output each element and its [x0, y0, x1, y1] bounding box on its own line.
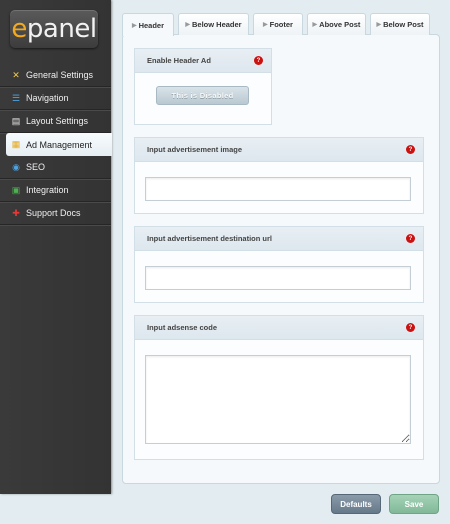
tab-arrow-icon: ▶: [185, 22, 190, 28]
ad-management-icon: ▦: [11, 139, 21, 149]
sidebar-item-ad-management[interactable]: ▦ Ad Management: [6, 133, 112, 156]
sidebar-item-navigation[interactable]: ☰ Navigation: [0, 87, 111, 110]
seo-icon: ◉: [12, 161, 20, 172]
sidebar: e panel ✕ General Settings ☰ Navigation ▤…: [0, 0, 112, 494]
sidebar-item-label: Support Docs: [26, 208, 81, 218]
ad-url-input[interactable]: [145, 266, 411, 290]
support-docs-icon: ✚: [12, 207, 20, 218]
sidebar-item-label: General Settings: [26, 70, 94, 80]
tab-label: Below Post: [383, 20, 424, 29]
sidebar-item-label: Navigation: [26, 93, 69, 103]
sidebar-item-label: Ad Management: [26, 139, 93, 150]
tab-below-post[interactable]: ▶ Below Post: [370, 13, 430, 35]
ad-image-input[interactable]: [145, 177, 411, 201]
help-icon[interactable]: ?: [406, 145, 415, 154]
tab-below-header[interactable]: ▶ Below Header: [178, 13, 249, 35]
ad-image-section: Input advertisement image ?: [134, 137, 424, 214]
header-ad-toggle[interactable]: This is Disabled: [156, 86, 249, 105]
sidebar-item-general-settings[interactable]: ✕ General Settings: [0, 64, 111, 87]
layout-settings-icon: ▤: [11, 115, 21, 126]
help-icon[interactable]: ?: [254, 56, 263, 65]
ad-url-section: Input advertisement destination url ?: [134, 226, 424, 303]
tab-label: Footer: [269, 20, 293, 29]
help-icon[interactable]: ?: [406, 234, 415, 243]
section-title: Enable Header Ad: [147, 56, 211, 65]
section-header: Input advertisement destination url ?: [135, 227, 423, 251]
tab-arrow-icon: ▶: [376, 22, 382, 28]
sidebar-item-integration[interactable]: ▣ Integration: [0, 179, 111, 202]
tab-header[interactable]: ▶ Header: [122, 13, 174, 36]
sidebar-item-support-docs[interactable]: ✚ Support Docs: [0, 202, 111, 225]
logo-text: panel: [26, 14, 97, 44]
tab-label: Header: [138, 20, 165, 30]
navigation-icon: ☰: [11, 92, 21, 103]
general-settings-icon: ✕: [12, 69, 20, 80]
help-icon[interactable]: ?: [406, 323, 415, 332]
section-header: Input advertisement image ?: [135, 138, 423, 162]
sidebar-item-layout-settings[interactable]: ▤ Layout Settings: [0, 110, 111, 133]
epanel-logo: e panel: [10, 10, 98, 48]
adsense-section: Input adsense code ?: [134, 315, 424, 460]
tab-arrow-icon: ▶: [263, 22, 268, 28]
sidebar-item-label: Layout Settings: [26, 116, 89, 126]
tab-arrow-icon: ▶: [131, 22, 137, 29]
tab-label: Below Header: [192, 20, 242, 29]
tab-above-post[interactable]: ▶ Above Post: [307, 13, 366, 35]
epanel-window: e panel ✕ General Settings ☰ Navigation ▤…: [0, 0, 450, 524]
adsense-code-textarea[interactable]: [145, 355, 411, 444]
tab-label: Above Post: [319, 20, 361, 29]
section-title: Input advertisement destination url: [147, 234, 273, 243]
enable-header-ad-section: Enable Header Ad ? This is Disabled: [134, 48, 272, 125]
logo-e: e: [11, 14, 27, 44]
section-title: Input adsense code: [147, 323, 218, 332]
sidebar-item-label: SEO: [26, 162, 46, 172]
sidebar-nav: ✕ General Settings ☰ Navigation ▤ Layout…: [0, 64, 112, 225]
tab-arrow-icon: ▶: [312, 22, 318, 28]
sidebar-item-seo[interactable]: ◉ SEO: [0, 156, 111, 179]
integration-icon: ▣: [11, 184, 21, 195]
section-header: Input adsense code ?: [135, 316, 423, 340]
sidebar-item-label: Integration: [26, 185, 69, 195]
section-title: Input advertisement image: [147, 145, 243, 154]
save-button[interactable]: Save: [389, 494, 439, 514]
section-header: Enable Header Ad ?: [135, 49, 271, 73]
defaults-button[interactable]: Defaults: [331, 494, 381, 514]
tab-footer[interactable]: ▶ Footer: [253, 13, 303, 35]
